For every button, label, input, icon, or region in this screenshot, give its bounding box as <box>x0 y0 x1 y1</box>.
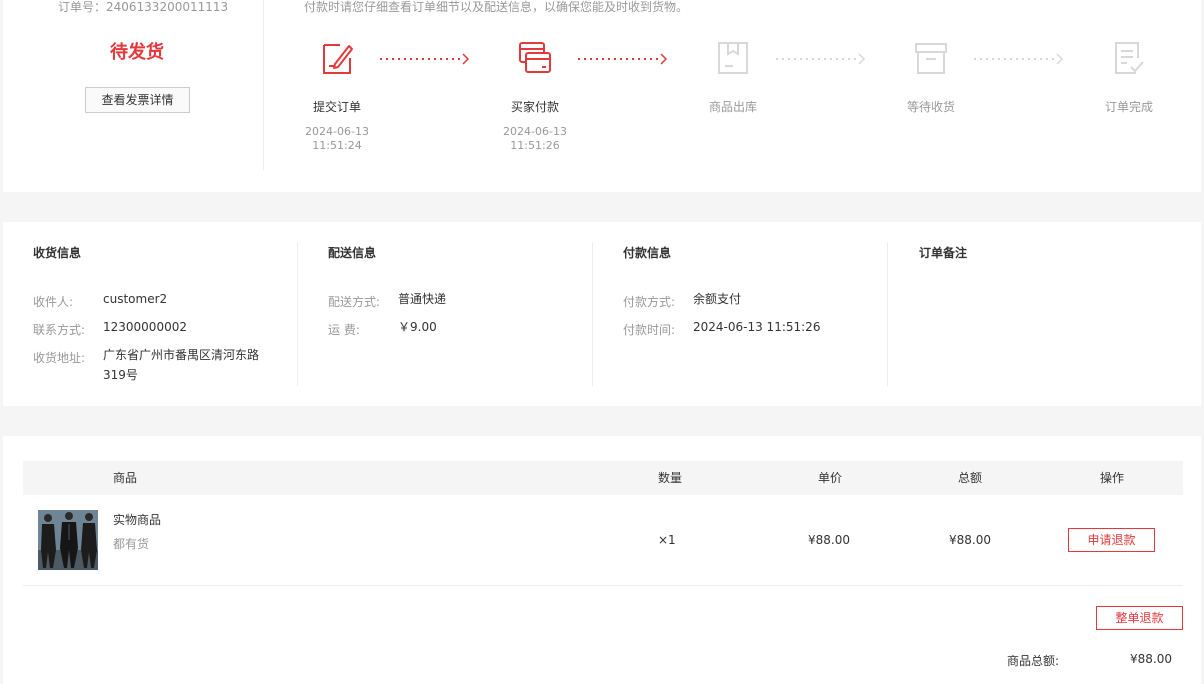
header-unit-price: 单价 <box>818 471 843 485</box>
delivery-fee: ￥9.00 <box>398 320 437 334</box>
delivery-method: 普通快递 <box>398 292 447 306</box>
step-label: 商品出库 <box>708 100 757 114</box>
header-quantity: 数量 <box>658 471 683 485</box>
delivery-method-row: 配送方式: 普通快递 <box>328 292 446 310</box>
receiver-phone-row: 联系方式: 12300000002 <box>33 320 187 338</box>
receiver-name: customer2 <box>103 292 168 306</box>
step-wait-receive: 等待收货 <box>881 40 981 115</box>
order-number: 订单号：2406133200011113 <box>58 0 229 14</box>
doc-check-icon <box>1115 42 1144 74</box>
step-time: 2024-06-13 11:51:26 <box>503 125 567 152</box>
delivery-info: 配送信息 配送方式: 普通快递 运 费: ￥9.00 <box>298 222 593 406</box>
card-pay-icon <box>519 42 551 73</box>
receiver-title: 收货信息 <box>33 246 82 260</box>
product-stock: 都有货 <box>113 537 150 551</box>
receiver-address: 广东省广州市番禺区清河东路 319号 <box>103 348 260 382</box>
product-total: ¥88.00 <box>949 533 991 547</box>
status-divider <box>263 0 264 170</box>
header-total: 总额 <box>958 471 983 485</box>
payment-tip: 付款时请您仔细查看订单细节以及配送信息，以确保您能及时收到货物。 <box>304 0 689 14</box>
goods-panel: 商品 数量 单价 总额 操作 实物商品 都有货 ×1 ¥88.00 ¥88.00… <box>3 436 1201 684</box>
payment-title: 付款信息 <box>623 246 672 260</box>
archive-icon <box>915 43 947 74</box>
table-row: 实物商品 都有货 ×1 ¥88.00 ¥88.00 申请退款 <box>23 495 1183 586</box>
goods-total-value: ¥88.00 <box>1130 652 1172 666</box>
payment-info: 付款信息 付款方式: 余额支付 付款时间: 2024-06-13 11:51:26 <box>593 222 888 406</box>
step-goods-out: 商品出库 <box>683 40 783 115</box>
receiver-phone: 12300000002 <box>103 320 187 334</box>
goods-table-header: 商品 数量 单价 总额 操作 <box>23 461 1183 495</box>
step-arrow-icon <box>974 53 1064 65</box>
box-out-icon <box>718 42 748 74</box>
order-remark: 订单备注 <box>889 222 1199 406</box>
order-info-panel: 收货信息 收件人: customer2 联系方式: 12300000002 收货地址… <box>3 222 1201 406</box>
step-arrow-icon <box>380 53 470 65</box>
remark-title: 订单备注 <box>919 246 968 260</box>
step-buyer-pay: 买家付款 2024-06-13 11:51:26 <box>485 40 585 153</box>
step-label: 买家付款 <box>510 100 559 114</box>
order-status-label: 待发货 <box>110 42 164 63</box>
edit-order-icon <box>323 44 353 74</box>
step-arrow-icon <box>776 53 866 65</box>
payment-method-row: 付款方式: 余额支付 <box>623 292 741 310</box>
order-status-panel: 订单号：2406133200011113 待发货 查看发票详情 付款时请您仔细查… <box>3 0 1201 192</box>
delivery-fee-row: 运 费: ￥9.00 <box>328 320 437 338</box>
info-divider <box>887 242 888 386</box>
step-label: 提交订单 <box>312 100 361 114</box>
apply-refund-button[interactable]: 申请退款 <box>1068 528 1155 552</box>
full-refund-button[interactable]: 整单退款 <box>1096 606 1183 630</box>
step-time: 2024-06-13 11:51:24 <box>305 125 369 152</box>
receiver-name-row: 收件人: customer2 <box>33 292 167 310</box>
step-submit-order: 提交订单 2024-06-13 11:51:24 <box>287 40 387 153</box>
header-action: 操作 <box>1100 471 1125 485</box>
product-image[interactable] <box>38 510 98 570</box>
product-unit-price: ¥88.00 <box>808 533 850 547</box>
step-label: 等待收货 <box>906 100 955 114</box>
receiver-info: 收货信息 收件人: customer2 联系方式: 12300000002 收货地址… <box>3 222 298 406</box>
header-product: 商品 <box>113 471 138 485</box>
payment-method: 余额支付 <box>693 292 742 306</box>
step-arrow-icon <box>578 53 668 65</box>
payment-time: 2024-06-13 11:51:26 <box>693 320 821 334</box>
view-invoice-button[interactable]: 查看发票详情 <box>85 87 190 113</box>
receiver-address-row: 收货地址: 广东省广州市番禺区清河东路 319号 <box>33 348 259 385</box>
payment-time-row: 付款时间: 2024-06-13 11:51:26 <box>623 320 820 338</box>
step-order-complete: 订单完成 <box>1079 40 1179 115</box>
product-name[interactable]: 实物商品 <box>113 511 161 528</box>
delivery-title: 配送信息 <box>328 246 377 260</box>
step-label: 订单完成 <box>1104 100 1153 114</box>
product-quantity: ×1 <box>658 533 676 547</box>
goods-total-label: 商品总额: <box>1007 654 1060 668</box>
